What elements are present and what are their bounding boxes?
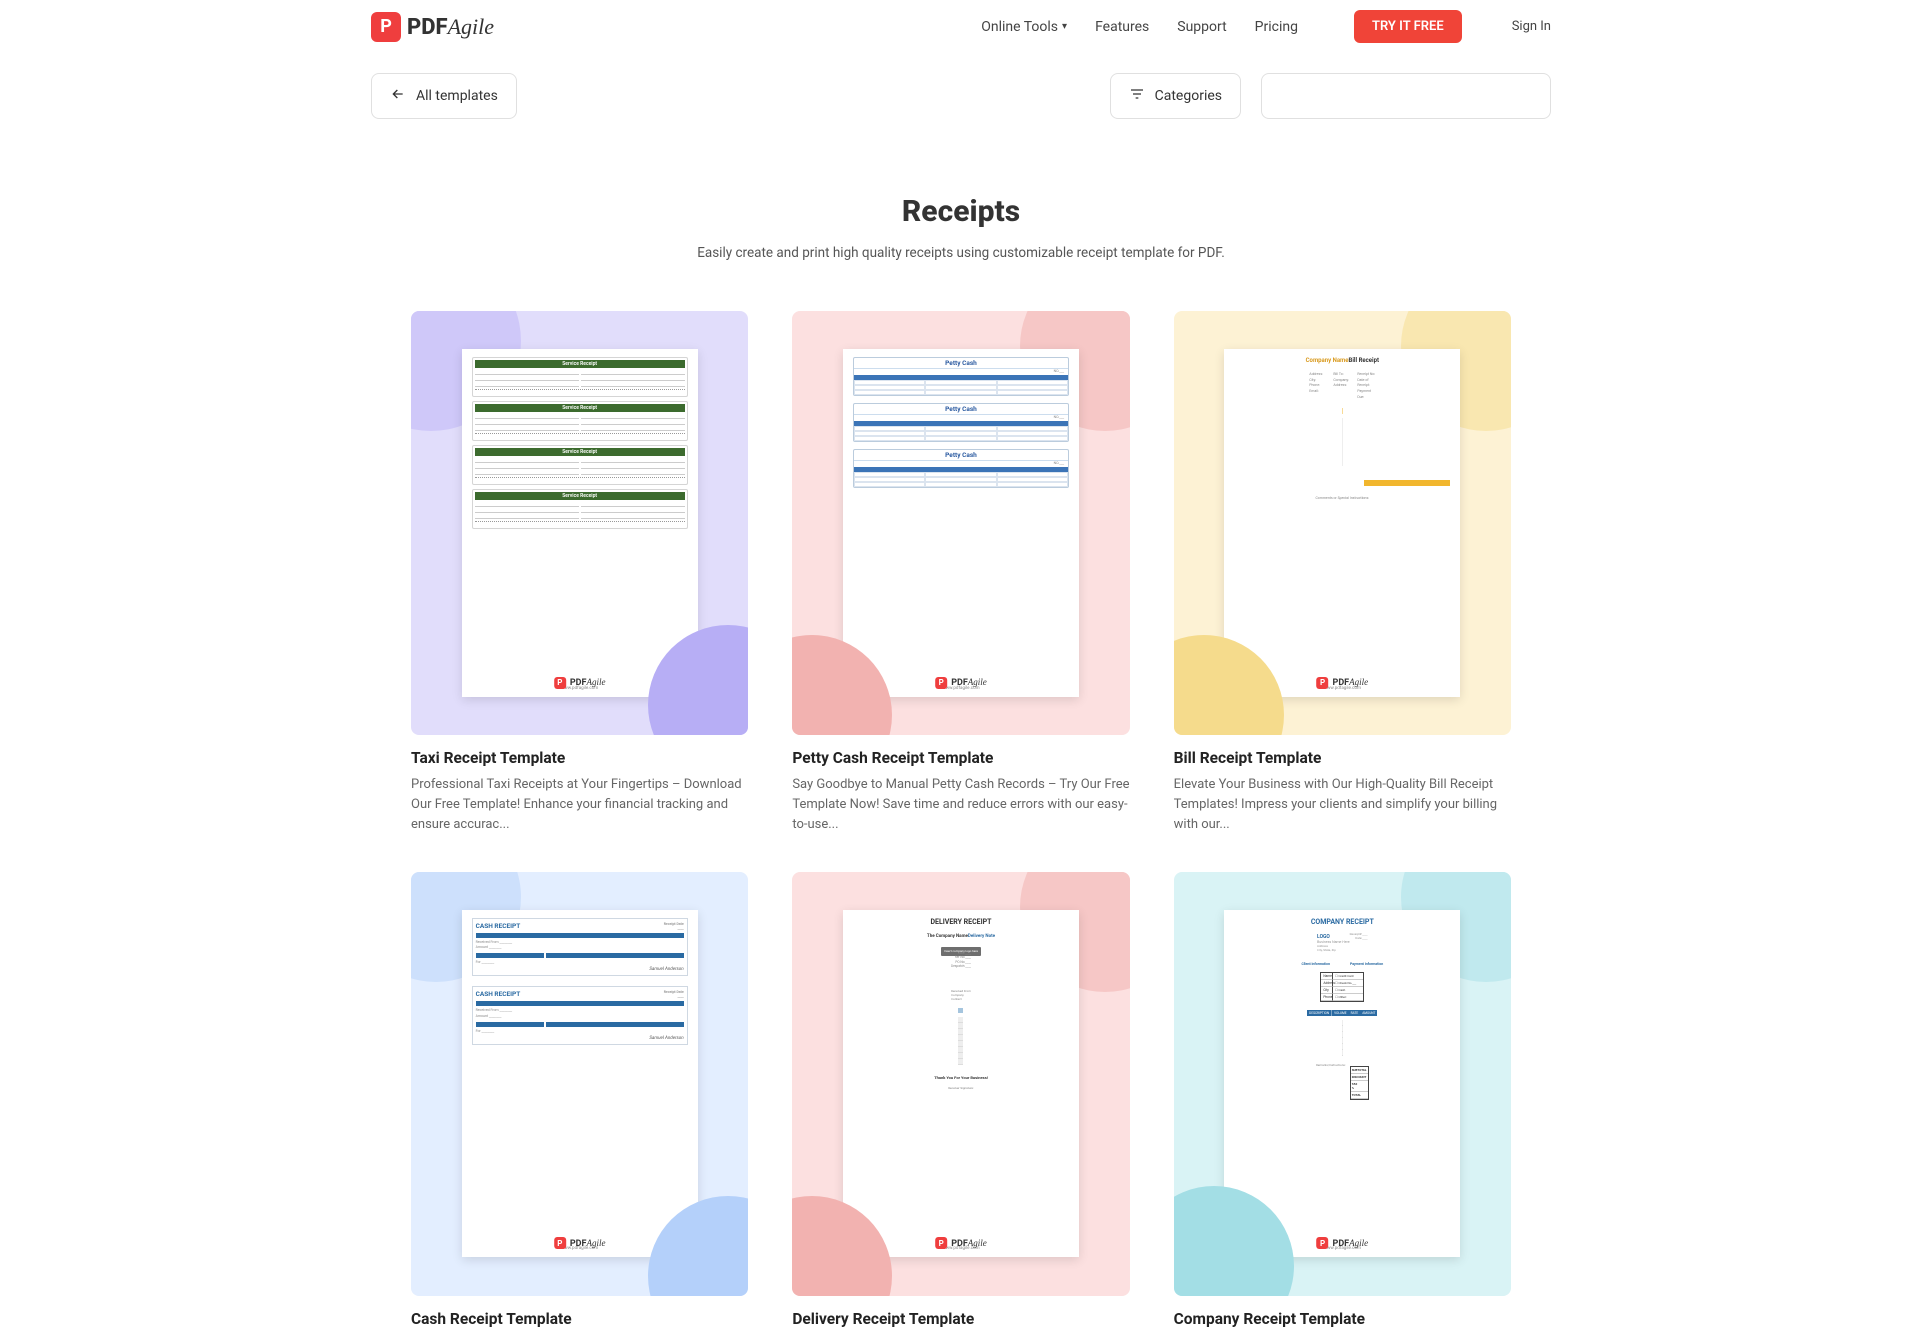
template-title: Company Receipt Template <box>1174 1310 1511 1328</box>
logo[interactable]: P PDFAgile <box>371 12 494 42</box>
page-title: Receipts <box>0 194 1922 229</box>
template-description: Elevate Your Business with Our High-Qual… <box>1174 775 1511 835</box>
template-card[interactable]: CASH RECEIPTReceipt Date____Received Fro… <box>411 872 748 1328</box>
search-box[interactable] <box>1261 73 1551 119</box>
template-card[interactable]: DELIVERY RECEIPT The Company NameDeliver… <box>792 872 1129 1328</box>
template-thumbnail: Company NameBill Receipt Address:City:Ph… <box>1174 311 1511 735</box>
template-description: Say Goodbye to Manual Petty Cash Records… <box>792 775 1129 835</box>
template-card[interactable]: COMPANY RECEIPT LOGOBusiness Name HereAd… <box>1174 872 1511 1328</box>
categories-label: Categories <box>1155 88 1222 104</box>
sign-in-link[interactable]: Sign In <box>1512 19 1551 34</box>
chevron-down-icon: ▾ <box>1062 21 1067 32</box>
template-card[interactable]: Petty CashNO.___Petty CashNO.___Petty Ca… <box>792 311 1129 836</box>
template-title: Cash Receipt Template <box>411 1310 748 1328</box>
template-preview: Petty CashNO.___Petty CashNO.___Petty Ca… <box>843 349 1079 697</box>
template-grid: Service ReceiptService ReceiptService Re… <box>371 311 1551 1328</box>
nav: Online Tools ▾ Features Support Pricing … <box>981 10 1551 43</box>
logo-text: PDFAgile <box>407 14 494 40</box>
search-input[interactable] <box>1274 74 1538 118</box>
logo-prefix: PDF <box>407 15 448 40</box>
template-thumbnail: Petty CashNO.___Petty CashNO.___Petty Ca… <box>792 311 1129 735</box>
logo-icon: P <box>371 12 401 42</box>
filter-icon <box>1129 86 1145 106</box>
template-preview: DELIVERY RECEIPT The Company NameDeliver… <box>843 910 1079 1258</box>
all-templates-button[interactable]: All templates <box>371 73 517 119</box>
template-preview: COMPANY RECEIPT LOGOBusiness Name HereAd… <box>1224 910 1460 1258</box>
logo-suffix: Agile <box>448 14 494 39</box>
template-thumbnail: COMPANY RECEIPT LOGOBusiness Name HereAd… <box>1174 872 1511 1296</box>
all-templates-label: All templates <box>416 88 498 104</box>
template-title: Bill Receipt Template <box>1174 749 1511 767</box>
template-thumbnail: DELIVERY RECEIPT The Company NameDeliver… <box>792 872 1129 1296</box>
toolbar: All templates Categories <box>371 73 1551 119</box>
arrow-left-icon <box>390 86 406 106</box>
nav-support[interactable]: Support <box>1177 19 1226 35</box>
nav-label: Online Tools <box>981 19 1058 35</box>
nav-online-tools[interactable]: Online Tools ▾ <box>981 19 1067 35</box>
page-subtitle: Easily create and print high quality rec… <box>0 245 1922 261</box>
template-title: Delivery Receipt Template <box>792 1310 1129 1328</box>
template-thumbnail: CASH RECEIPTReceipt Date____Received Fro… <box>411 872 748 1296</box>
template-card[interactable]: Service ReceiptService ReceiptService Re… <box>411 311 748 836</box>
template-preview: Service ReceiptService ReceiptService Re… <box>462 349 698 697</box>
template-title: Taxi Receipt Template <box>411 749 748 767</box>
nav-features[interactable]: Features <box>1095 19 1149 35</box>
categories-button[interactable]: Categories <box>1110 73 1241 119</box>
try-it-free-button[interactable]: TRY IT FREE <box>1354 10 1462 43</box>
template-thumbnail: Service ReceiptService ReceiptService Re… <box>411 311 748 735</box>
template-card[interactable]: Company NameBill Receipt Address:City:Ph… <box>1174 311 1511 836</box>
header: P PDFAgile Online Tools ▾ Features Suppo… <box>371 0 1551 53</box>
template-preview: Company NameBill Receipt Address:City:Ph… <box>1224 349 1460 697</box>
template-preview: CASH RECEIPTReceipt Date____Received Fro… <box>462 910 698 1258</box>
nav-pricing[interactable]: Pricing <box>1255 19 1298 35</box>
template-title: Petty Cash Receipt Template <box>792 749 1129 767</box>
template-description: Professional Taxi Receipts at Your Finge… <box>411 775 748 835</box>
